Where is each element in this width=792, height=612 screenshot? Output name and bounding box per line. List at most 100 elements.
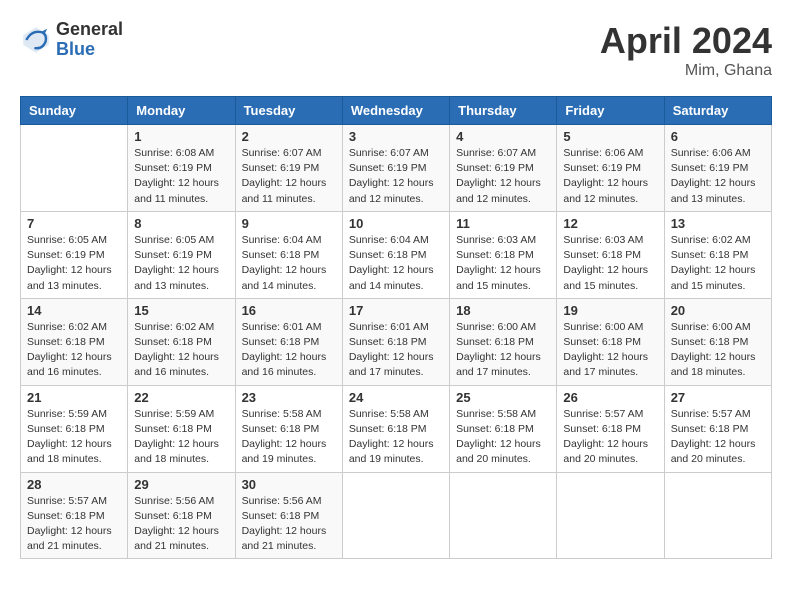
day-cell: 27Sunrise: 5:57 AM Sunset: 6:18 PM Dayli… — [664, 385, 771, 472]
day-number: 18 — [456, 303, 550, 318]
day-cell: 10 Sunrise: 6:04 AM Sunset: 6:18 PM Dayli… — [342, 211, 449, 298]
logo-blue: Blue — [56, 40, 123, 60]
week-row-3: 21 Sunrise: 5:59 AM Sunset: 6:18 PM Dayli… — [21, 385, 772, 472]
day-cell: 7 Sunrise: 6:05 AM Sunset: 6:19 PM Daylig… — [21, 211, 128, 298]
day-number: 16 — [242, 303, 336, 318]
day-cell: 21Sunrise: 5:59 AM Sunset: 6:18 PM Dayli… — [21, 385, 128, 472]
day-info: Sunrise: 5:58 AM Sunset: 6:18 PM Dayligh… — [349, 407, 443, 468]
day-cell: 15Sunrise: 6:02 AM Sunset: 6:18 PM Dayli… — [128, 298, 235, 385]
day-cell: 2 Sunrise: 6:07 AM Sunset: 6:19 PM Daylig… — [235, 125, 342, 212]
header-friday: Friday — [557, 97, 664, 125]
day-number: 10 — [349, 216, 443, 231]
day-cell: 6Sunrise: 6:06 AM Sunset: 6:19 PM Daylig… — [664, 125, 771, 212]
header-thursday: Thursday — [450, 97, 557, 125]
day-info: Sunrise: 5:57 AM Sunset: 6:18 PM Dayligh… — [27, 494, 121, 555]
page-header: General Blue April 2024 Mim, Ghana — [20, 20, 772, 80]
day-number: 19 — [563, 303, 657, 318]
logo-icon — [20, 24, 52, 56]
day-cell: 1 Sunrise: 6:08 AM Sunset: 6:19 PM Daylig… — [128, 125, 235, 212]
day-info: Sunrise: 6:04 AM Sunset: 6:18 PM Dayligh… — [349, 233, 443, 294]
day-number: 4 — [456, 129, 550, 144]
day-info: Sunrise: 6:01 AM Sunset: 6:18 PM Dayligh… — [242, 320, 336, 381]
day-info: Sunrise: 6:00 AM Sunset: 6:18 PM Dayligh… — [456, 320, 550, 381]
day-number: 13 — [671, 216, 765, 231]
day-cell — [450, 472, 557, 559]
day-number: 8 — [134, 216, 228, 231]
day-cell: 20 Sunrise: 6:00 AM Sunset: 6:18 PM Dayli… — [664, 298, 771, 385]
day-number: 11 — [456, 216, 550, 231]
day-info: Sunrise: 5:57 AM Sunset: 6:18 PM Dayligh… — [671, 407, 765, 468]
day-number: 30 — [242, 477, 336, 492]
day-info: Sunrise: 6:00 AM Sunset: 6:18 PM Dayligh… — [563, 320, 657, 381]
day-info: Sunrise: 6:07 AM Sunset: 6:19 PM Dayligh… — [456, 146, 550, 207]
day-number: 2 — [242, 129, 336, 144]
logo: General Blue — [20, 20, 123, 60]
day-info: Sunrise: 6:07 AM Sunset: 6:19 PM Dayligh… — [349, 146, 443, 207]
day-info: Sunrise: 6:03 AM Sunset: 6:18 PM Dayligh… — [563, 233, 657, 294]
day-info: Sunrise: 6:04 AM Sunset: 6:18 PM Dayligh… — [242, 233, 336, 294]
day-cell: 23Sunrise: 5:58 AM Sunset: 6:18 PM Dayli… — [235, 385, 342, 472]
day-cell: 18 Sunrise: 6:00 AM Sunset: 6:18 PM Dayli… — [450, 298, 557, 385]
day-number: 1 — [134, 129, 228, 144]
day-info: Sunrise: 5:56 AM Sunset: 6:18 PM Dayligh… — [134, 494, 228, 555]
day-number: 25 — [456, 390, 550, 405]
day-info: Sunrise: 6:02 AM Sunset: 6:18 PM Dayligh… — [134, 320, 228, 381]
day-number: 6 — [671, 129, 765, 144]
day-number: 12 — [563, 216, 657, 231]
day-number: 9 — [242, 216, 336, 231]
day-info: Sunrise: 5:57 AM Sunset: 6:18 PM Dayligh… — [563, 407, 657, 468]
header-tuesday: Tuesday — [235, 97, 342, 125]
day-number: 21 — [27, 390, 121, 405]
day-info: Sunrise: 6:08 AM Sunset: 6:19 PM Dayligh… — [134, 146, 228, 207]
day-number: 29 — [134, 477, 228, 492]
day-info: Sunrise: 6:07 AM Sunset: 6:19 PM Dayligh… — [242, 146, 336, 207]
day-cell: 26Sunrise: 5:57 AM Sunset: 6:18 PM Dayli… — [557, 385, 664, 472]
day-cell: 9 Sunrise: 6:04 AM Sunset: 6:18 PM Daylig… — [235, 211, 342, 298]
day-cell: 30Sunrise: 5:56 AM Sunset: 6:18 PM Dayli… — [235, 472, 342, 559]
header-saturday: Saturday — [664, 97, 771, 125]
day-info: Sunrise: 6:05 AM Sunset: 6:19 PM Dayligh… — [134, 233, 228, 294]
day-number: 7 — [27, 216, 121, 231]
day-info: Sunrise: 5:59 AM Sunset: 6:18 PM Dayligh… — [134, 407, 228, 468]
location: Mim, Ghana — [600, 62, 772, 80]
day-number: 28 — [27, 477, 121, 492]
day-number: 5 — [563, 129, 657, 144]
day-info: Sunrise: 6:02 AM Sunset: 6:18 PM Dayligh… — [27, 320, 121, 381]
day-number: 20 — [671, 303, 765, 318]
day-cell — [21, 125, 128, 212]
day-cell: 3 Sunrise: 6:07 AM Sunset: 6:19 PM Daylig… — [342, 125, 449, 212]
logo-text: General Blue — [56, 20, 123, 60]
header-monday: Monday — [128, 97, 235, 125]
day-info: Sunrise: 6:05 AM Sunset: 6:19 PM Dayligh… — [27, 233, 121, 294]
day-number: 22 — [134, 390, 228, 405]
day-info: Sunrise: 6:06 AM Sunset: 6:19 PM Dayligh… — [563, 146, 657, 207]
week-row-4: 28 Sunrise: 5:57 AM Sunset: 6:18 PM Dayli… — [21, 472, 772, 559]
day-cell — [557, 472, 664, 559]
day-number: 3 — [349, 129, 443, 144]
day-info: Sunrise: 5:58 AM Sunset: 6:18 PM Dayligh… — [242, 407, 336, 468]
day-cell: 25Sunrise: 5:58 AM Sunset: 6:18 PM Dayli… — [450, 385, 557, 472]
week-row-2: 14Sunrise: 6:02 AM Sunset: 6:18 PM Dayli… — [21, 298, 772, 385]
day-info: Sunrise: 6:01 AM Sunset: 6:18 PM Dayligh… — [349, 320, 443, 381]
day-cell: 13Sunrise: 6:02 AM Sunset: 6:18 PM Dayli… — [664, 211, 771, 298]
day-cell — [664, 472, 771, 559]
day-cell: 16 Sunrise: 6:01 AM Sunset: 6:18 PM Dayli… — [235, 298, 342, 385]
day-cell: 24 Sunrise: 5:58 AM Sunset: 6:18 PM Dayli… — [342, 385, 449, 472]
title-block: April 2024 Mim, Ghana — [600, 20, 772, 80]
day-cell — [342, 472, 449, 559]
week-row-0: 1 Sunrise: 6:08 AM Sunset: 6:19 PM Daylig… — [21, 125, 772, 212]
day-cell: 11Sunrise: 6:03 AM Sunset: 6:18 PM Dayli… — [450, 211, 557, 298]
day-cell: 14Sunrise: 6:02 AM Sunset: 6:18 PM Dayli… — [21, 298, 128, 385]
day-cell: 4 Sunrise: 6:07 AM Sunset: 6:19 PM Daylig… — [450, 125, 557, 212]
week-row-1: 7 Sunrise: 6:05 AM Sunset: 6:19 PM Daylig… — [21, 211, 772, 298]
logo-general: General — [56, 20, 123, 40]
day-info: Sunrise: 6:00 AM Sunset: 6:18 PM Dayligh… — [671, 320, 765, 381]
day-cell: 8 Sunrise: 6:05 AM Sunset: 6:19 PM Daylig… — [128, 211, 235, 298]
calendar-table: SundayMondayTuesdayWednesdayThursdayFrid… — [20, 96, 772, 559]
header-sunday: Sunday — [21, 97, 128, 125]
day-cell: 22 Sunrise: 5:59 AM Sunset: 6:18 PM Dayli… — [128, 385, 235, 472]
day-cell: 19 Sunrise: 6:00 AM Sunset: 6:18 PM Dayli… — [557, 298, 664, 385]
month-title: April 2024 — [600, 20, 772, 62]
day-number: 17 — [349, 303, 443, 318]
day-number: 24 — [349, 390, 443, 405]
